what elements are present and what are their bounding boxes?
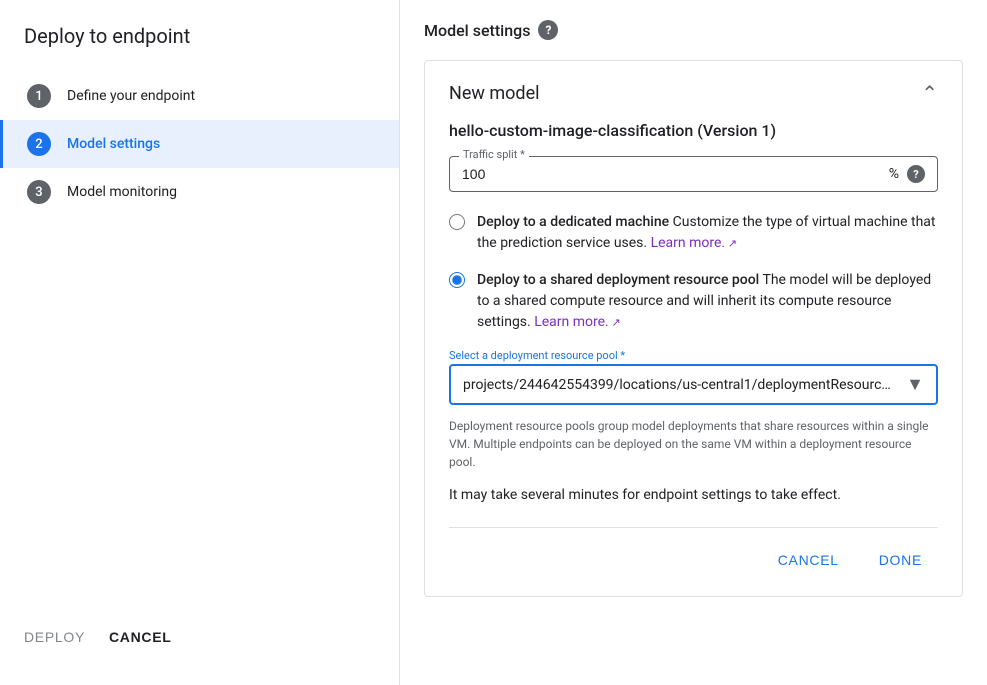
- radio-dedicated-input[interactable]: [449, 214, 465, 230]
- shared-learn-more-link[interactable]: Learn more.: [534, 314, 620, 330]
- new-model-header: New model ⌃: [449, 81, 938, 105]
- card-actions: CANCEL DONE: [449, 527, 938, 576]
- traffic-split-suffix: %: [889, 166, 899, 182]
- step-label-2: Model settings: [67, 136, 160, 152]
- steps-list: 1 Define your endpoint 2 Model settings …: [0, 72, 399, 613]
- step-item-3[interactable]: 3 Model monitoring: [0, 168, 399, 216]
- help-icon[interactable]: ?: [538, 20, 558, 40]
- new-model-card: New model ⌃ hello-custom-image-classific…: [424, 60, 963, 597]
- step-label-3: Model monitoring: [67, 184, 177, 200]
- select-resource-pool-wrapper[interactable]: projects/244642554399/locations/us-centr…: [449, 364, 938, 405]
- radio-dedicated-text: Deploy to a dedicated machine Customize …: [477, 212, 938, 254]
- collapse-icon[interactable]: ⌃: [921, 81, 938, 105]
- done-button[interactable]: DONE: [863, 544, 938, 576]
- traffic-split-input-row: % ?: [449, 156, 938, 192]
- step-circle-1: 1: [27, 84, 51, 108]
- select-resource-pool-container: Select a deployment resource pool * proj…: [449, 349, 938, 405]
- radio-dedicated: Deploy to a dedicated machine Customize …: [449, 212, 938, 254]
- left-actions: DEPLOY CANCEL: [0, 613, 399, 661]
- left-panel: Deploy to endpoint 1 Define your endpoin…: [0, 0, 400, 685]
- new-model-title: New model: [449, 83, 540, 104]
- page-title: Deploy to endpoint: [0, 24, 399, 72]
- traffic-split-input[interactable]: [462, 166, 881, 182]
- traffic-split-field: Traffic split * % ?: [449, 156, 938, 192]
- model-name-display: hello-custom-image-classification (Versi…: [449, 121, 938, 140]
- deploy-button[interactable]: DEPLOY: [24, 629, 85, 645]
- endpoint-settings-info-text: It may take several minutes for endpoint…: [449, 487, 938, 503]
- model-settings-title: Model settings: [424, 21, 530, 40]
- select-resource-pool-label: Select a deployment resource pool *: [449, 349, 938, 362]
- radio-shared-text: Deploy to a shared deployment resource p…: [477, 270, 938, 333]
- traffic-split-help-icon[interactable]: ?: [907, 165, 925, 183]
- select-arrow-icon: ▼: [906, 374, 924, 395]
- model-settings-header: Model settings ?: [424, 20, 963, 40]
- cancel-left-button[interactable]: CANCEL: [109, 629, 172, 645]
- step-label-1: Define your endpoint: [67, 88, 195, 104]
- select-resource-pool-value: projects/244642554399/locations/us-centr…: [463, 377, 898, 393]
- step-item-2[interactable]: 2 Model settings: [0, 120, 399, 168]
- step-item-1[interactable]: 1 Define your endpoint: [0, 72, 399, 120]
- radio-shared-bold: Deploy to a shared deployment resource p…: [477, 272, 759, 288]
- right-panel: Model settings ? New model ⌃ hello-custo…: [400, 0, 987, 685]
- resource-pool-helper-text: Deployment resource pools group model de…: [449, 417, 938, 471]
- traffic-split-label: Traffic split *: [459, 148, 529, 161]
- cancel-card-button[interactable]: CANCEL: [762, 544, 855, 576]
- radio-shared-input[interactable]: [449, 272, 465, 288]
- radio-dedicated-bold: Deploy to a dedicated machine: [477, 214, 669, 230]
- radio-shared: Deploy to a shared deployment resource p…: [449, 270, 938, 333]
- dedicated-learn-more-link[interactable]: Learn more.: [651, 235, 737, 251]
- step-circle-3: 3: [27, 180, 51, 204]
- step-circle-2: 2: [27, 132, 51, 156]
